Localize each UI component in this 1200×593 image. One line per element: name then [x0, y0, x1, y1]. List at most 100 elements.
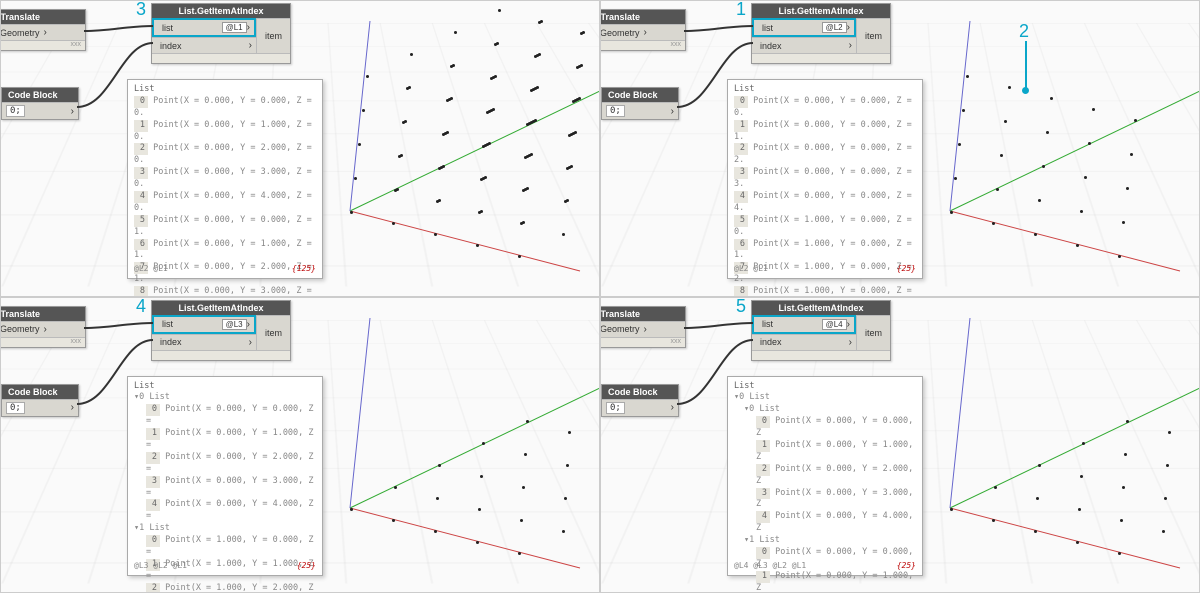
point: [1162, 530, 1165, 533]
codeblock-title: Code Block: [602, 385, 678, 399]
codeblock-title: Code Block: [602, 88, 678, 102]
point: [1036, 497, 1039, 500]
callout-number: 5: [736, 298, 746, 317]
codeblock-title: Code Block: [2, 88, 78, 102]
chevron-right-icon: ›: [71, 106, 74, 117]
point: [476, 541, 479, 544]
point: [434, 530, 437, 533]
point: [438, 464, 441, 467]
point: [566, 464, 569, 467]
point: [568, 431, 571, 434]
point: [482, 442, 485, 445]
point: [394, 486, 397, 489]
preview-footer-left: @L2 @L1: [734, 264, 768, 273]
point: [1034, 530, 1037, 533]
chevron-right-icon: ›: [847, 319, 850, 330]
chevron-right-icon: ›: [644, 324, 647, 335]
code-block-node[interactable]: Code Block 0; ›: [601, 87, 679, 120]
axes: [270, 298, 599, 593]
code-input[interactable]: 0;: [606, 402, 625, 414]
translate-title: .Translate: [1, 307, 85, 321]
list-input-port[interactable]: list @L4 ›: [752, 315, 856, 334]
list-input-port[interactable]: list @L2 ›: [752, 18, 856, 37]
codeblock-body[interactable]: 0; ›: [602, 102, 678, 119]
translate-node[interactable]: .Translate Geometry › xxx: [1, 306, 86, 348]
chevron-right-icon: ›: [671, 402, 674, 413]
lacing-value[interactable]: @L1: [222, 22, 247, 33]
codeblock-body[interactable]: 0; ›: [2, 399, 78, 416]
point: [392, 519, 395, 522]
callout-number-2: 2: [1019, 21, 1029, 42]
axes: [270, 1, 599, 296]
index-input-port[interactable]: index ›: [752, 334, 856, 350]
point: [1124, 453, 1127, 456]
index-input-port[interactable]: index ›: [752, 37, 856, 53]
translate-node[interactable]: .Translate Geometry › xxx: [601, 306, 686, 348]
point: [1166, 464, 1169, 467]
geometry-output-port[interactable]: Geometry ›: [601, 321, 685, 337]
point: [518, 552, 521, 555]
chevron-right-icon: ›: [247, 22, 250, 33]
code-block-node[interactable]: Code Block 0; ›: [601, 384, 679, 417]
list-input-port[interactable]: list @L3 ›: [152, 315, 256, 334]
preview-footer-left: @L4 @L3 @L2 @L1: [734, 561, 806, 570]
translate-node[interactable]: .Translate Geometry › xxx: [1, 9, 86, 51]
point: [524, 453, 527, 456]
viewport-3d[interactable]: [270, 298, 599, 593]
callout-dot: [1022, 87, 1029, 94]
translate-node[interactable]: .Translate Geometry › xxx: [601, 9, 686, 51]
point: [436, 497, 439, 500]
code-input[interactable]: 0;: [6, 105, 25, 117]
point: [1118, 552, 1121, 555]
point: [994, 486, 997, 489]
codeblock-body[interactable]: 0; ›: [2, 102, 78, 119]
chevron-right-icon: ›: [71, 402, 74, 413]
chevron-right-icon: ›: [247, 319, 250, 330]
point: [1126, 420, 1129, 423]
quad-grid: .Translate Geometry › xxx Code Block 0; …: [0, 0, 1200, 593]
viewport-3d[interactable]: [270, 1, 599, 296]
point: [1164, 497, 1167, 500]
point: [1120, 519, 1123, 522]
chevron-right-icon: ›: [249, 337, 252, 348]
index-input-port[interactable]: index ›: [152, 37, 256, 53]
point: [1038, 464, 1041, 467]
chevron-right-icon: ›: [849, 337, 852, 348]
point: [562, 530, 565, 533]
point: [1168, 431, 1171, 434]
point: [564, 497, 567, 500]
codeblock-body[interactable]: 0; ›: [602, 399, 678, 416]
viewport-3d[interactable]: [870, 298, 1199, 593]
code-input[interactable]: 0;: [606, 105, 625, 117]
codeblock-title: Code Block: [2, 385, 78, 399]
code-block-node[interactable]: Code Block 0; ›: [1, 87, 79, 120]
preview-footer-left: @L2 @L1: [134, 264, 168, 273]
panel-bottom-right: .Translate Geometry › xxx Code Block 0; …: [601, 298, 1199, 593]
point: [1082, 442, 1085, 445]
lacing-value[interactable]: @L3: [222, 319, 247, 330]
chevron-right-icon: ›: [44, 27, 47, 38]
point: [520, 519, 523, 522]
point: [1122, 486, 1125, 489]
lacing-value[interactable]: @L4: [822, 319, 847, 330]
geometry-output-port[interactable]: Geometry ›: [1, 321, 85, 337]
geometry-output-port[interactable]: Geometry ›: [1, 24, 85, 40]
point: [1078, 508, 1081, 511]
viewport-3d[interactable]: [870, 1, 1199, 296]
translate-title: .Translate: [1, 10, 85, 24]
point: [480, 475, 483, 478]
panel-top-left: .Translate Geometry › xxx Code Block 0; …: [1, 1, 599, 296]
code-block-node[interactable]: Code Block 0; ›: [1, 384, 79, 417]
axes: [870, 298, 1199, 593]
list-input-port[interactable]: list @L1 ›: [152, 18, 256, 37]
point: [1076, 541, 1079, 544]
lacing-value[interactable]: @L2: [822, 22, 847, 33]
chevron-right-icon: ›: [671, 106, 674, 117]
callout-number: 3: [136, 1, 146, 20]
code-input[interactable]: 0;: [6, 402, 25, 414]
chevron-right-icon: ›: [847, 22, 850, 33]
point: [522, 486, 525, 489]
geometry-output-port[interactable]: Geometry ›: [601, 24, 685, 40]
index-input-port[interactable]: index ›: [152, 334, 256, 350]
point: [950, 508, 953, 511]
